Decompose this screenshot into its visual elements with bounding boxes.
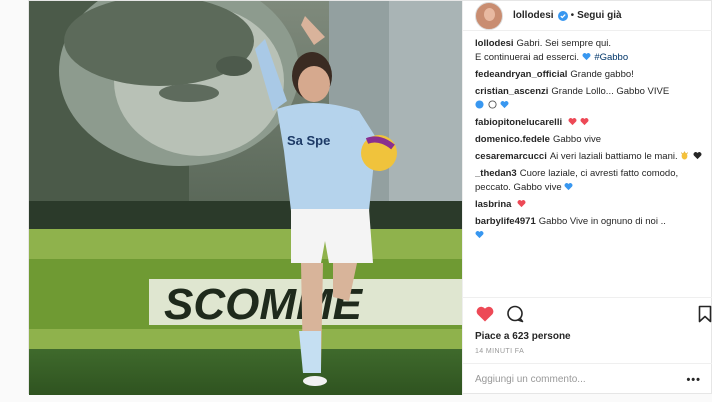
more-options-button[interactable]: ••• bbox=[686, 374, 701, 386]
comment-username[interactable]: cesaremarcucci bbox=[475, 151, 547, 162]
comment-bubble-icon[interactable] bbox=[505, 304, 525, 324]
comment-text: Gabbo Vive in ognuno di noi .. bbox=[538, 216, 666, 227]
avatar[interactable] bbox=[475, 1, 503, 30]
verified-badge-icon bbox=[557, 10, 568, 21]
comment-item: _thedan3 Cuore laziale, ci avresti fatto … bbox=[475, 167, 707, 195]
post-header: lollodesi • Segui già bbox=[463, 1, 712, 31]
comment-item: domenico.fedele Gabbo vive bbox=[475, 133, 707, 147]
blue-heart-icon bbox=[500, 101, 509, 109]
post-sidebar: lollodesi • Segui già lollodesi Gabri. Se… bbox=[462, 1, 712, 395]
blue-heart-icon bbox=[564, 183, 573, 191]
add-comment-bar: Aggiungi un commento... ••• bbox=[463, 363, 712, 395]
follow-button[interactable]: Segui già bbox=[577, 10, 621, 21]
comment-username[interactable]: domenico.fedele bbox=[475, 134, 550, 145]
comment-text: Grande Lollo... Gabbo VIVE bbox=[551, 86, 670, 97]
comment-item: fabiopitonelucarelli bbox=[475, 116, 707, 130]
header-username[interactable]: lollodesi bbox=[513, 10, 554, 21]
comment-item: lasbrina bbox=[475, 198, 707, 212]
post-timestamp[interactable]: 14 MINUTI FA bbox=[475, 348, 524, 355]
comment-item: cristian_ascenzi Grande Lollo... Gabbo VI… bbox=[475, 85, 707, 113]
comment-username[interactable]: cristian_ascenzi bbox=[475, 86, 548, 97]
post-photo[interactable]: SCOMME Sa Spe bbox=[29, 1, 462, 395]
comment-text: Gabbo vive bbox=[552, 134, 602, 145]
like-heart-icon[interactable] bbox=[475, 304, 495, 324]
header-separator: • bbox=[570, 10, 575, 21]
black-heart-icon bbox=[693, 152, 702, 160]
blue-heart-icon bbox=[475, 231, 484, 239]
comment-item: fedeandryan_official Grande gabbo! bbox=[475, 68, 707, 82]
caption-hashtag[interactable]: #Gabbo bbox=[594, 52, 628, 63]
comment-username[interactable]: fabiopitonelucarelli bbox=[475, 117, 562, 128]
comment-text: Grande gabbo! bbox=[570, 69, 634, 80]
photo-illustration: SCOMME Sa Spe bbox=[29, 1, 462, 395]
post-card: SCOMME Sa Spe lollodesi • Segui già loll… bbox=[28, 0, 712, 395]
comment-text: Ai veri laziali battiamo le mani. bbox=[549, 151, 678, 162]
comment-username[interactable]: _thedan3 bbox=[475, 168, 517, 179]
caption: lollodesi Gabri. Sei sempre qui. E contin… bbox=[475, 37, 707, 65]
action-bar bbox=[463, 297, 712, 329]
instagram-page: SCOMME Sa Spe lollodesi • Segui già loll… bbox=[0, 0, 712, 402]
clap-icon bbox=[681, 151, 689, 160]
likes-count[interactable]: Piace a 623 persone bbox=[475, 331, 571, 342]
comment-item: barbylife4971 Gabbo Vive in ognuno di noi… bbox=[475, 215, 707, 243]
white-circle-icon bbox=[488, 100, 497, 109]
red-heart-icon bbox=[580, 118, 589, 126]
bookmark-icon[interactable] bbox=[695, 304, 712, 324]
add-comment-input[interactable]: Aggiungi un commento... bbox=[475, 374, 686, 385]
red-heart-icon bbox=[517, 200, 526, 208]
jersey-text: Sa Spe bbox=[287, 133, 330, 148]
comment-username[interactable]: fedeandryan_official bbox=[475, 69, 567, 80]
comment-username[interactable]: lasbrina bbox=[475, 199, 511, 210]
blue-circle-icon bbox=[475, 100, 484, 109]
blue-heart-icon bbox=[582, 53, 591, 61]
caption-line2: E continuerai ad esserci. bbox=[475, 52, 580, 63]
red-heart-icon bbox=[568, 118, 577, 126]
comment-username[interactable]: barbylife4971 bbox=[475, 216, 536, 227]
comment-item: cesaremarcucci Ai veri laziali battiamo l… bbox=[475, 150, 707, 164]
comments-list: lollodesi Gabri. Sei sempre qui. E contin… bbox=[475, 37, 707, 293]
caption-line1: Gabri. Sei sempre qui. bbox=[516, 38, 612, 49]
caption-username[interactable]: lollodesi bbox=[475, 38, 514, 49]
